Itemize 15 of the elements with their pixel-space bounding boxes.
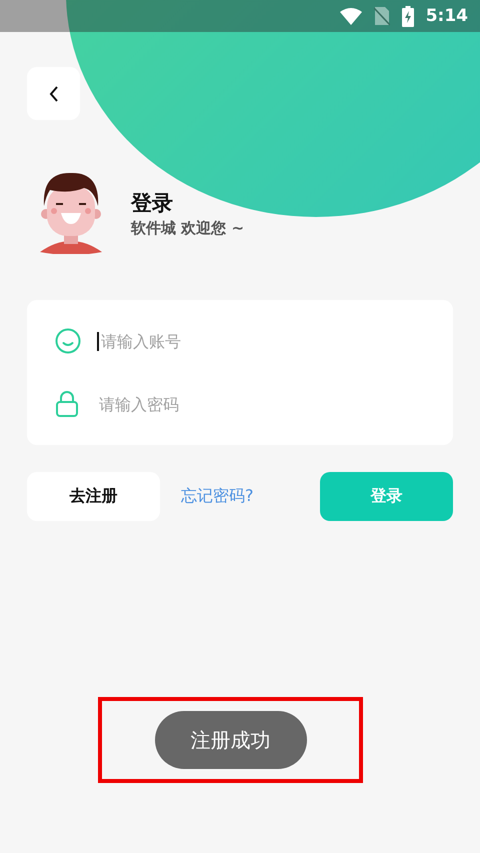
no-sim-icon [374,6,390,26]
status-time: 5:14 [426,6,468,26]
forgot-password-link[interactable]: 忘记密码? [181,486,320,507]
lock-icon [55,391,79,417]
register-button[interactable]: 去注册 [27,472,160,521]
smiley-icon [55,328,81,354]
welcome-text: 软件城 欢迎您 ~ [131,218,244,238]
back-button[interactable] [27,67,80,120]
login-button[interactable]: 登录 [320,472,453,521]
toast-message: 注册成功 [154,711,306,769]
page-title: 登录 [131,190,174,216]
input-field[interactable]: 请输入账号 [97,332,425,350]
input-field[interactable]: 请输入密码 [95,394,425,414]
back-icon [48,86,58,102]
wifi-icon [340,8,362,24]
